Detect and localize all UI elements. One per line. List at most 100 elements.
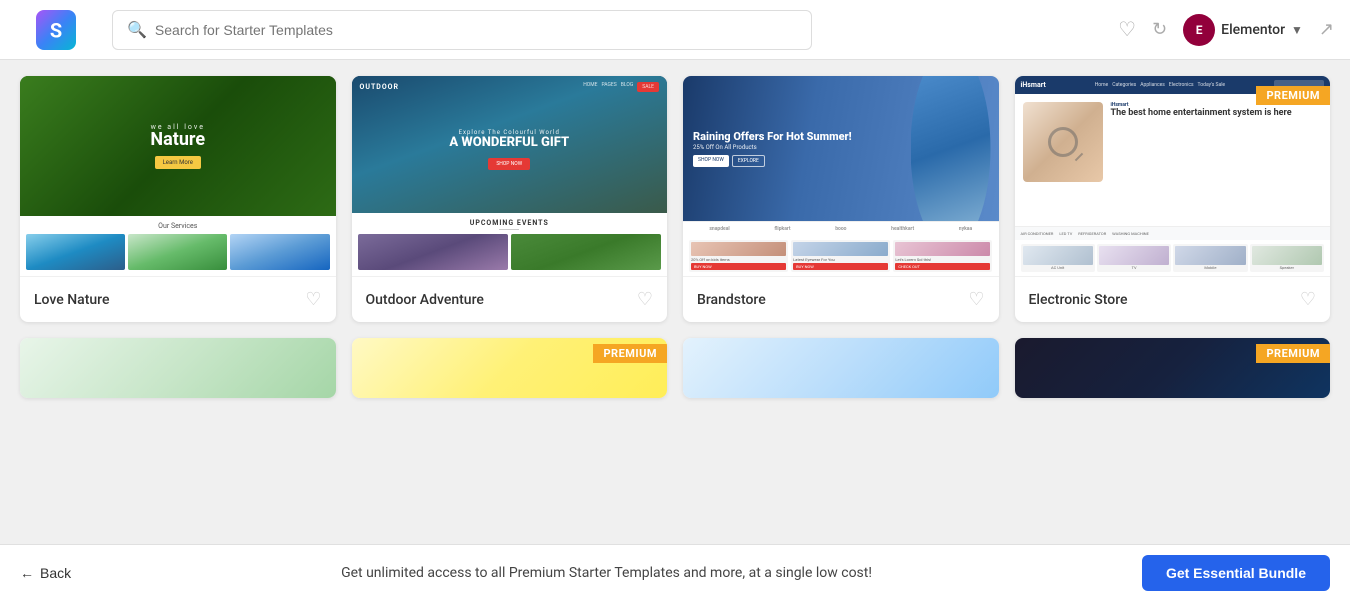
brand-logo-3: booo [835, 226, 846, 232]
outdoor-hero-content: Explore The Colourful World A WONDERFUL … [449, 129, 569, 170]
bs-product-2: Latest Eyewear For You BUY NOW [791, 240, 890, 272]
search-input[interactable] [155, 22, 797, 38]
refresh-button[interactable]: ↻ [1152, 19, 1167, 40]
bs-product-label-2: Latest Eyewear For You [793, 257, 888, 262]
es-product-4: Speaker [1250, 244, 1324, 272]
outdoor-cta: SHOP NOW [488, 158, 530, 170]
electronic-nav: Home Categories Appliances Electronics T… [1095, 82, 1225, 88]
electronic-hero-text: iHsmart The best home entertainment syst… [1111, 102, 1323, 218]
outdoor-nav: HOME PAGES BLOG SALE [583, 82, 659, 92]
electronic-hero-desc: The best home entertainment system is he… [1111, 108, 1323, 119]
main-content: we all love Nature Learn More Our Servic… [0, 60, 1350, 544]
outdoor-brand: OUTDOOR [360, 83, 399, 91]
chevron-down-icon: ▼ [1291, 23, 1303, 37]
outdoor-nav-home: HOME [583, 82, 597, 92]
es-nav-appliances: Appliances [1140, 82, 1165, 88]
outdoor-event-images [358, 234, 662, 270]
es-product-label-4: Speaker [1280, 265, 1294, 270]
electronic-store-favorite-icon[interactable]: ♡ [1300, 289, 1316, 310]
template-card-outdoor-adventure[interactable]: OUTDOOR HOME PAGES BLOG SALE Explore The… [352, 76, 668, 322]
outdoor-adventure-footer: Outdoor Adventure ♡ [352, 276, 668, 322]
bottom-card-2[interactable]: PREMIUM [352, 338, 668, 398]
outdoor-adventure-name: Outdoor Adventure [366, 292, 484, 308]
brandstore-explore-btn: EXPLORE [732, 155, 765, 167]
electronic-hero-img [1023, 102, 1103, 182]
elementor-logo-letter: E [1196, 23, 1203, 37]
elementor-badge[interactable]: E Elementor ▼ [1183, 14, 1303, 46]
bs-product-img-3 [895, 242, 990, 256]
back-arrow-icon: ← [20, 565, 34, 581]
brandstore-favorite-icon[interactable]: ♡ [968, 289, 984, 310]
love-nature-cta: Learn More [155, 156, 201, 169]
electronic-categories: AIR CONDITIONER LED TV REFRIGERATOR WASH… [1015, 226, 1331, 240]
external-link-button[interactable]: ↗ [1319, 19, 1334, 40]
premium-badge-electronic: PREMIUM [1256, 86, 1330, 105]
elementor-logo: E [1183, 14, 1215, 46]
service-img-1 [26, 234, 125, 270]
es-nav-sale: Today's Sale [1198, 82, 1226, 88]
es-cat-tv: LED TV [1059, 231, 1072, 236]
footer-bar: ← Back Get unlimited access to all Premi… [0, 544, 1350, 600]
brandstore-brands-bar: snapdeal flipkart booo healthkart nykaa [683, 221, 999, 236]
template-grid: we all love Nature Learn More Our Servic… [20, 76, 1330, 322]
premium-badge-bottom-4: PREMIUM [1256, 344, 1330, 363]
love-nature-services-title: Our Services [26, 222, 330, 230]
love-nature-tagline: we all love [150, 123, 205, 131]
love-nature-preview: we all love Nature Learn More Our Servic… [20, 76, 336, 276]
bottom-card-4[interactable]: PREMIUM [1015, 338, 1331, 398]
brandstore-name: Brandstore [697, 292, 766, 308]
brandstore-cta-buttons: SHOP NOW EXPLORE [693, 155, 852, 167]
brandstore-footer: Brandstore ♡ [683, 276, 999, 322]
back-label: Back [40, 565, 71, 581]
es-product-img-3 [1175, 246, 1245, 265]
bs-product-label-3: Let's Lorem Sol this! [895, 257, 990, 262]
template-card-brandstore[interactable]: Raining Offers For Hot Summer! 25% Off O… [683, 76, 999, 322]
bs-product-label-1: 20% Off on kids items [691, 257, 786, 262]
template-grid-bottom: PREMIUM PREMIUM [20, 338, 1330, 398]
bs-product-img-2 [793, 242, 888, 256]
outdoor-events-divider [499, 229, 519, 230]
es-cat-ac: AIR CONDITIONER [1021, 231, 1054, 236]
es-product-2: TV [1097, 244, 1171, 272]
search-bar[interactable]: 🔍 [112, 10, 812, 50]
es-product-3: Mobile [1173, 244, 1247, 272]
template-card-love-nature[interactable]: we all love Nature Learn More Our Servic… [20, 76, 336, 322]
electronic-store-footer: Electronic Store ♡ [1015, 276, 1331, 322]
love-nature-hero-text: we all love Nature Learn More [150, 123, 205, 169]
es-product-1: AC Unit [1021, 244, 1095, 272]
es-nav-home: Home [1095, 82, 1108, 88]
es-cat-washer: WASHING MACHINE [1112, 231, 1149, 236]
bottom-card-1[interactable] [20, 338, 336, 398]
magnifier-icon [1048, 127, 1078, 157]
es-product-img-4 [1252, 246, 1322, 265]
top-bar: S 🔍 ♡ ↻ E Elementor ▼ ↗ [0, 0, 1350, 60]
outdoor-events-title: UPCOMING EVENTS [358, 219, 662, 227]
bottom-card-3[interactable] [683, 338, 999, 398]
outdoor-adventure-favorite-icon[interactable]: ♡ [637, 289, 653, 310]
love-nature-favorite-icon[interactable]: ♡ [305, 289, 321, 310]
electronic-hero: iHsmart The best home entertainment syst… [1015, 94, 1331, 226]
promo-text: Get unlimited access to all Premium Star… [71, 565, 1142, 581]
template-card-electronic-store[interactable]: PREMIUM iHsmart Home Categories Applianc… [1015, 76, 1331, 322]
brand-logo-1: snapdeal [709, 226, 729, 232]
bs-product-img-1 [691, 242, 786, 256]
favorites-button[interactable]: ♡ [1118, 17, 1136, 42]
outdoor-events: UPCOMING EVENTS [352, 213, 668, 276]
brandstore-products: 20% Off on kids items BUY NOW Latest Eye… [683, 236, 999, 276]
back-button[interactable]: ← Back [20, 565, 71, 581]
es-product-label-1: AC Unit [1051, 265, 1064, 270]
bottom-preview-3 [683, 338, 999, 398]
search-icon: 🔍 [127, 20, 147, 39]
get-essential-bundle-button[interactable]: Get Essential Bundle [1142, 555, 1330, 591]
outdoor-promo-btn: SALE [637, 82, 659, 92]
love-nature-hero: we all love Nature Learn More [20, 76, 336, 216]
outdoor-logo-bar: OUTDOOR HOME PAGES BLOG SALE [352, 82, 668, 92]
outdoor-event-img-2 [511, 234, 661, 270]
outdoor-title: A WONDERFUL GIFT [449, 136, 569, 150]
electronic-store-name: Electronic Store [1029, 292, 1128, 308]
brandstore-preview: Raining Offers For Hot Summer! 25% Off O… [683, 76, 999, 276]
electronic-store-preview: PREMIUM iHsmart Home Categories Applianc… [1015, 76, 1331, 276]
love-nature-service-images [26, 234, 330, 270]
brandstore-hero-image [911, 76, 991, 221]
es-product-img-2 [1099, 246, 1169, 265]
